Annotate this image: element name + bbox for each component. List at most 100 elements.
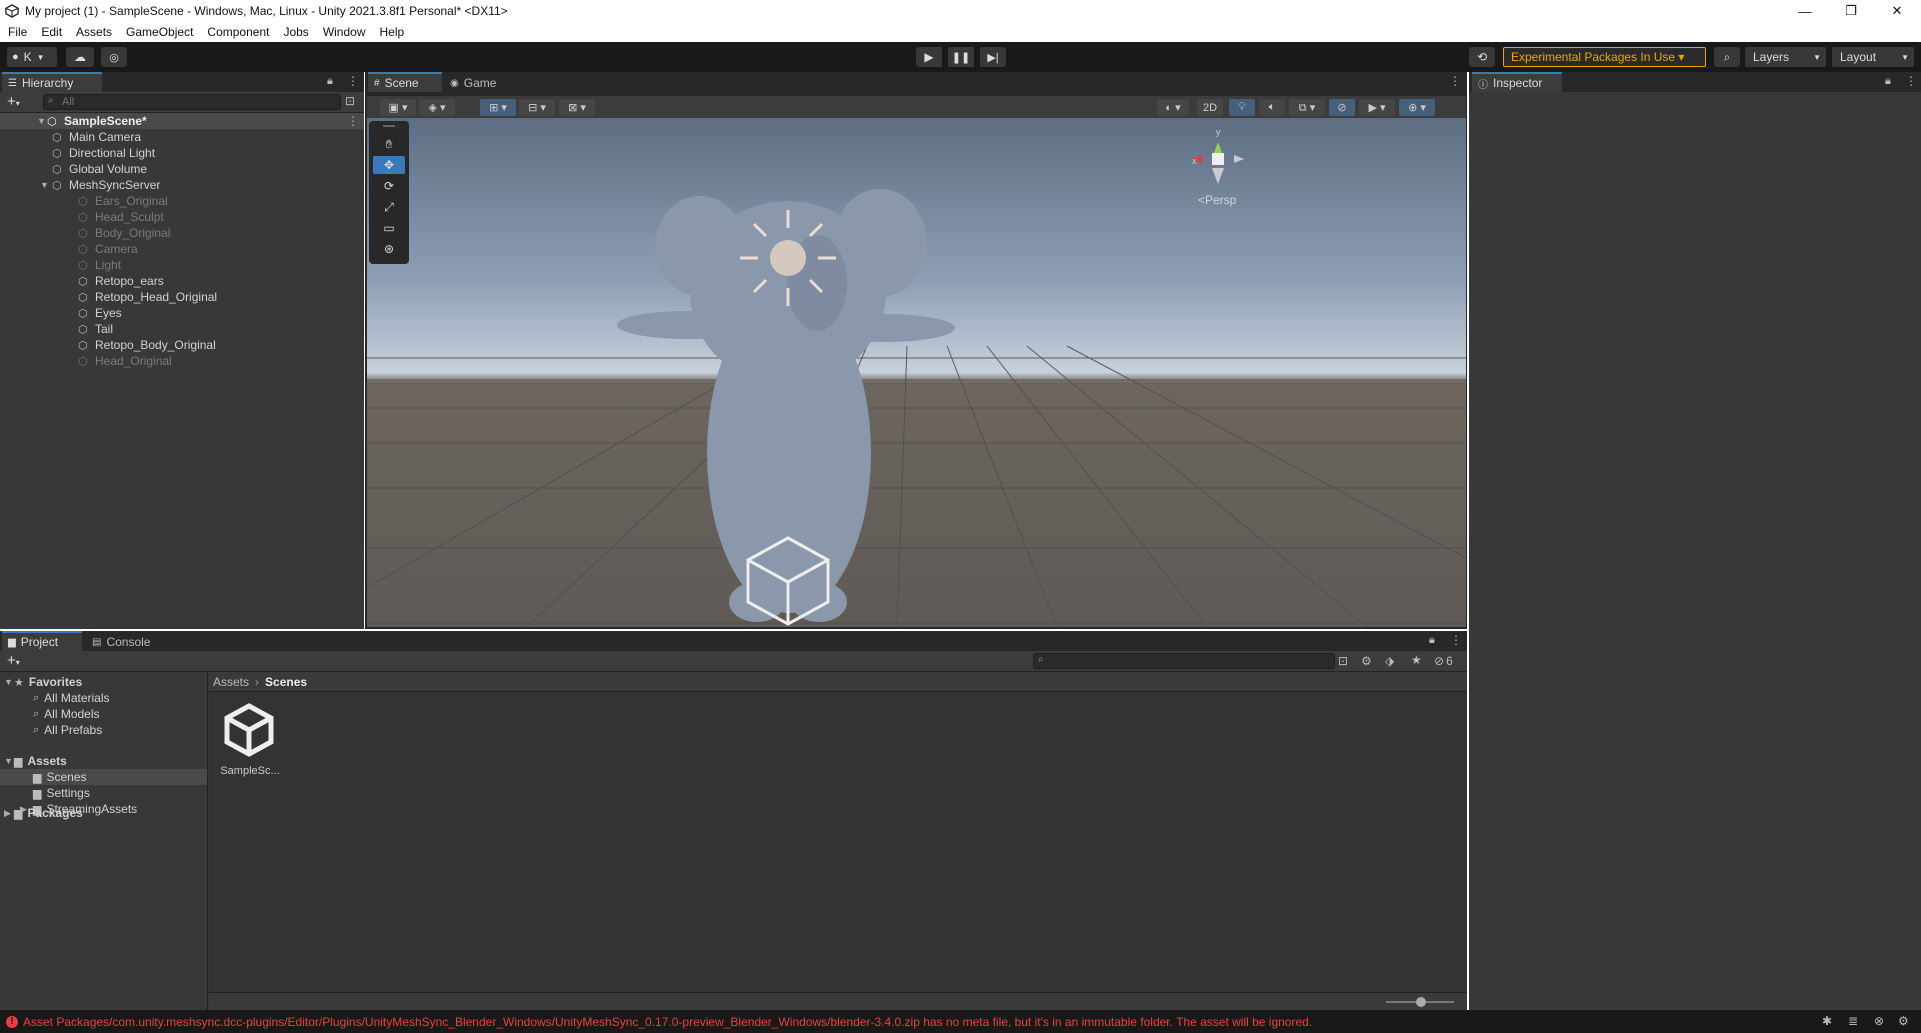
scale-tool-button[interactable]: ⤢ <box>373 198 405 216</box>
expand-arrow-icon[interactable]: ▼ <box>4 756 14 766</box>
star-icon[interactable]: ★ <box>1411 653 1422 667</box>
persp-label[interactable]: <Persp <box>1198 193 1237 207</box>
scene-row[interactable]: ▼ ⬡ SampleScene* ⋮ <box>0 113 364 129</box>
tab-project[interactable]: ▆ Project <box>2 631 82 651</box>
hierarchy-item[interactable]: ⬡ Retopo_Head_Original <box>0 289 364 305</box>
hierarchy-item[interactable]: ⬡ Tail <box>0 321 364 337</box>
expand-arrow-icon[interactable]: ▼ <box>4 677 14 687</box>
menu-help[interactable]: Help <box>373 25 412 39</box>
draw-mode-dropdown[interactable]: ▣ ▾ <box>380 99 416 116</box>
transform-tool-button[interactable]: ⊛ <box>373 240 405 258</box>
rect-tool-button[interactable]: ▭ <box>373 219 405 237</box>
scene-visibility-icon[interactable]: ⊡ <box>345 94 355 108</box>
more-options-icon[interactable]: ⋮ <box>1905 74 1917 88</box>
packages-row[interactable]: ▶ ▆ Packages <box>0 805 207 821</box>
tab-scene[interactable]: # Scene <box>368 72 442 92</box>
expand-arrow-icon[interactable]: ▼ <box>37 116 47 126</box>
breadcrumb-scenes[interactable]: Scenes <box>265 675 307 689</box>
increment-snap-dropdown[interactable]: ⊠ ▾ <box>559 99 595 116</box>
experimental-packages-button[interactable]: Experimental Packages In Use ▾ <box>1503 47 1706 67</box>
hierarchy-item[interactable]: ⬡ Global Volume <box>0 161 364 177</box>
tab-inspector[interactable]: ⓘ Inspector <box>1472 72 1562 92</box>
add-button[interactable]: +▾ <box>7 652 20 669</box>
project-search-input[interactable]: ⌕ <box>1033 653 1335 669</box>
maximize-button[interactable]: ❐ <box>1828 0 1874 22</box>
assets-row[interactable]: ▼ ▆ Assets <box>0 753 207 769</box>
debug-icon[interactable]: ✱ <box>1822 1014 1832 1028</box>
collab-button[interactable]: ◎ <box>101 47 127 67</box>
asset-folder-item[interactable]: ▆ Settings <box>0 785 207 801</box>
cloud-button[interactable]: ☁ <box>66 47 94 67</box>
more-options-icon[interactable]: ⋮ <box>1450 633 1462 647</box>
hierarchy-item[interactable]: ⬡ Main Camera <box>0 129 364 145</box>
hierarchy-item[interactable]: ⬡ Retopo_Body_Original <box>0 337 364 353</box>
hierarchy-item[interactable]: ⬡ Head_Sculpt <box>0 209 364 225</box>
auto-generate-lighting-icon[interactable]: ⊗ <box>1874 1014 1884 1028</box>
hierarchy-item[interactable]: ⬡ Directional Light <box>0 145 364 161</box>
lock-icon[interactable]: 🔒︎ <box>1429 634 1435 647</box>
tab-hierarchy[interactable]: ☰ Hierarchy <box>2 72 102 92</box>
account-button[interactable]: ● K ▼ <box>7 47 57 67</box>
asset-folder-item[interactable]: ▆ Scenes <box>0 769 207 785</box>
pause-button[interactable]: ❚❚ <box>948 47 974 67</box>
hierarchy-item[interactable]: ▼ ⬡ MeshSyncServer <box>0 177 364 193</box>
hierarchy-item[interactable]: ⬡ Camera <box>0 241 364 257</box>
hierarchy-item[interactable]: ⬡ Head_Original <box>0 353 364 369</box>
grid-snapping-dropdown[interactable]: ⊞ ▾ <box>480 99 516 116</box>
menu-component[interactable]: Component <box>200 25 276 39</box>
search-by-type-icon[interactable]: ⊡ <box>1338 654 1348 668</box>
toggle-audio-button[interactable]: 🔈︎ <box>1259 99 1285 116</box>
favorite-item[interactable]: ⌕ All Materials <box>0 690 207 706</box>
step-button[interactable]: ▶| <box>980 47 1006 67</box>
hierarchy-item[interactable]: ⬡ Retopo_ears <box>0 273 364 289</box>
more-options-icon[interactable]: ⋮ <box>347 74 359 88</box>
overlay-handle[interactable] <box>383 125 395 127</box>
toggle-lighting-button[interactable]: 💡︎ <box>1229 99 1255 116</box>
hidden-packages-button[interactable]: ⊘ 6 <box>1434 654 1453 668</box>
tab-console[interactable]: ▤ Console <box>86 631 166 651</box>
camera-dropdown[interactable]: ▶ ▾ <box>1359 99 1395 116</box>
hierarchy-item[interactable]: ⬡ Eyes <box>0 305 364 321</box>
minimize-button[interactable]: — <box>1782 0 1828 22</box>
zoom-slider-thumb[interactable] <box>1416 997 1426 1007</box>
history-button[interactable]: ⟲ <box>1469 47 1495 67</box>
lock-icon[interactable]: 🔒︎ <box>1885 75 1891 88</box>
layers-dropdown[interactable]: Layers ▼ <box>1745 47 1826 67</box>
hierarchy-item[interactable]: ⬡ Body_Original <box>0 225 364 241</box>
tag-icon[interactable]: ⬗ <box>1385 654 1394 668</box>
hierarchy-item[interactable]: ⬡ Ears_Original <box>0 193 364 209</box>
breadcrumb-assets[interactable]: Assets <box>213 675 249 689</box>
search-button[interactable]: ⌕ <box>1714 47 1740 67</box>
hierarchy-search-input[interactable]: ⌕ All <box>43 94 341 110</box>
lock-icon[interactable]: 🔒︎ <box>327 75 333 88</box>
menu-window[interactable]: Window <box>316 25 373 39</box>
menu-edit[interactable]: Edit <box>34 25 69 39</box>
favorite-item[interactable]: ⌕ All Prefabs <box>0 722 207 738</box>
hierarchy-item[interactable]: ⬡ Light <box>0 257 364 273</box>
favorite-item[interactable]: ⌕ All Models <box>0 706 207 722</box>
grid-visibility-dropdown[interactable]: ⊟ ▾ <box>519 99 555 116</box>
close-button[interactable]: ✕ <box>1874 0 1920 22</box>
play-button[interactable]: ▶ <box>916 47 942 67</box>
settings-icon[interactable]: ⚙︎ <box>1898 1014 1909 1028</box>
hand-tool-button[interactable]: ✋︎ <box>373 135 405 153</box>
scene-viewport[interactable]: x y <Persp <box>367 118 1466 627</box>
menu-jobs[interactable]: Jobs <box>276 25 315 39</box>
orientation-gizmo[interactable]: x y <Persp <box>1192 127 1244 207</box>
gizmos-dropdown[interactable]: ⊕ ▾ <box>1399 99 1435 116</box>
rotate-tool-button[interactable]: ⟳ <box>373 177 405 195</box>
asset-item[interactable]: SampleSc... <box>217 702 281 782</box>
status-bar[interactable]: ! Asset Packages/com.unity.meshsync.dcc-… <box>0 1010 1921 1033</box>
effects-dropdown[interactable]: ⧉ ▾ <box>1289 99 1325 116</box>
tab-game[interactable]: ◉ Game <box>444 72 510 92</box>
more-options-icon[interactable]: ⋮ <box>347 114 359 128</box>
toggle-2d-button[interactable]: 2D <box>1197 99 1223 116</box>
search-by-label-icon[interactable]: ⚙︎ <box>1361 654 1372 668</box>
hidden-objects-toggle[interactable]: ⊘ <box>1329 99 1355 116</box>
menu-file[interactable]: File <box>0 25 34 39</box>
menu-gameobject[interactable]: GameObject <box>119 25 200 39</box>
expand-arrow-icon[interactable]: ▶ <box>4 808 14 819</box>
add-button[interactable]: +▾ <box>7 93 20 110</box>
move-tool-button[interactable]: ✥ <box>373 156 405 174</box>
menu-assets[interactable]: Assets <box>69 25 119 39</box>
